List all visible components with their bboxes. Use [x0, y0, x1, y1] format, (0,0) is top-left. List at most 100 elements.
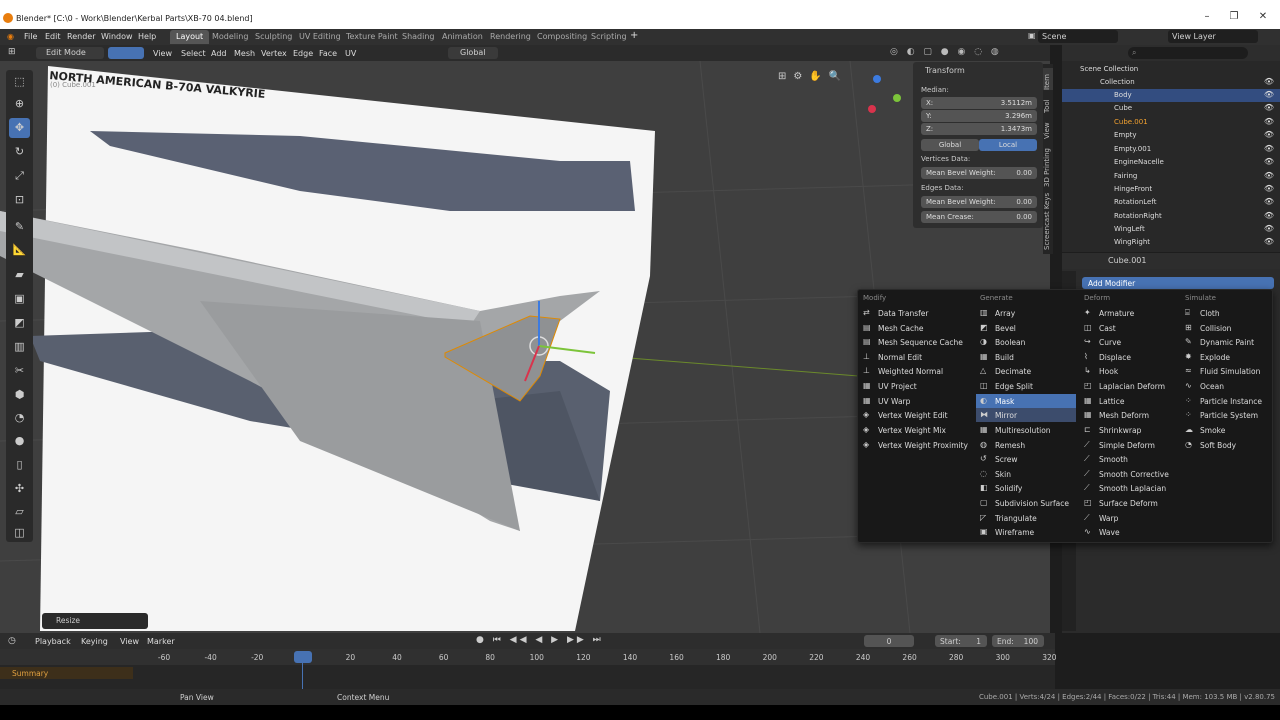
menu-playback[interactable]: Playback	[35, 637, 71, 646]
close-button[interactable]: ✕	[1250, 11, 1276, 25]
blender-menu-icon[interactable]: ◉	[7, 32, 14, 41]
tab-animation[interactable]: Animation	[436, 30, 489, 44]
outliner-item-empty[interactable]: Empty 👁	[1062, 129, 1280, 142]
mod-wireframe[interactable]: ▣ Wireframe	[976, 525, 1076, 539]
mod-lattice[interactable]: ▦ Lattice	[1080, 394, 1180, 408]
eye-icon[interactable]: 👁	[1264, 130, 1274, 139]
menu-help[interactable]: Help	[138, 32, 156, 41]
outliner-item-rotationright[interactable]: RotationRight 👁	[1062, 210, 1280, 223]
eye-icon[interactable]: 👁	[1264, 117, 1274, 126]
mod-mesh-cache[interactable]: ▤ Mesh Cache	[859, 321, 959, 335]
mod-uv-warp[interactable]: ▦ UV Warp	[859, 394, 959, 408]
view-layer-selector[interactable]: View Layer	[1168, 30, 1258, 43]
menu-uv[interactable]: UV	[345, 49, 356, 58]
eye-icon[interactable]: 👁	[1264, 144, 1274, 153]
mod-mesh-sequence-cache[interactable]: ▤ Mesh Sequence Cache	[859, 335, 963, 349]
rotate-tool-icon[interactable]: ↻	[9, 142, 30, 162]
eye-icon[interactable]: 👁	[1264, 157, 1274, 166]
mod-smoke[interactable]: ☁ Smoke	[1181, 423, 1271, 437]
bevel-tool-icon[interactable]: ◩	[9, 313, 30, 333]
viewport-nav-icons[interactable]: ⊞⚙✋🔍	[778, 71, 848, 82]
mod-curve[interactable]: ↪ Curve	[1080, 335, 1180, 349]
start-frame-field[interactable]: Start: 1	[935, 635, 987, 647]
menu-edit[interactable]: Edit	[45, 32, 61, 41]
scale-tool-icon[interactable]: ⤢	[9, 166, 30, 186]
add-workspace-icon[interactable]: +	[630, 30, 638, 41]
outliner-item-fairing[interactable]: Fairing 👁	[1062, 170, 1280, 183]
median-x-field[interactable]: X: 3.5112m	[921, 97, 1037, 109]
timeline[interactable]: Summary -60-40-2002040608010012014016018…	[0, 649, 1057, 689]
spin-tool-icon[interactable]: ◔	[9, 408, 30, 428]
mod-smooth[interactable]: ⟋ Smooth	[1080, 452, 1180, 466]
eye-icon[interactable]: 👁	[1264, 171, 1274, 180]
mod-hook[interactable]: ↳ Hook	[1080, 364, 1180, 378]
orientation-selector[interactable]: Global	[448, 47, 498, 59]
tab-tool[interactable]: Tool	[1043, 93, 1053, 113]
mode-selector[interactable]: Edit Mode	[36, 47, 104, 59]
minimize-button[interactable]: –	[1194, 11, 1220, 25]
edge-bevel-weight-field[interactable]: Mean Bevel Weight: 0.00	[921, 196, 1037, 208]
mod-dynamic-paint[interactable]: ✎ Dynamic Paint	[1181, 335, 1271, 349]
tab-scripting[interactable]: Scripting	[585, 30, 633, 44]
mod-edge-split[interactable]: ◫ Edge Split	[976, 379, 1076, 393]
mod-collision[interactable]: ⊞ Collision	[1181, 321, 1271, 335]
eye-icon[interactable]: 👁	[1264, 90, 1274, 99]
mod-data-transfer[interactable]: ⇄ Data Transfer	[859, 306, 959, 320]
mod-shrinkwrap[interactable]: ⊏ Shrinkwrap	[1080, 423, 1180, 437]
shear-tool-icon[interactable]: ▱	[9, 502, 30, 522]
tab-compositing[interactable]: Compositing	[531, 30, 593, 44]
knife-tool-icon[interactable]: ✂	[9, 361, 30, 381]
end-frame-field[interactable]: End: 100	[992, 635, 1044, 647]
menu-edge[interactable]: Edge	[293, 49, 313, 58]
outliner-item-cube[interactable]: Cube 👁	[1062, 102, 1280, 115]
menu-marker[interactable]: Marker	[147, 637, 175, 646]
global-toggle[interactable]: Global	[921, 139, 979, 151]
tab-view[interactable]: View	[1043, 117, 1053, 139]
menu-vertex[interactable]: Vertex	[261, 49, 287, 58]
mod-vertex-weight-proximity[interactable]: ◈ Vertex Weight Proximity	[859, 438, 968, 452]
local-toggle[interactable]: Local	[979, 139, 1037, 151]
add-modifier-dropdown[interactable]: Add Modifier	[1082, 277, 1274, 289]
menu-mesh[interactable]: Mesh	[234, 49, 255, 58]
mod-smooth-laplacian[interactable]: ⟋ Smooth Laplacian	[1080, 481, 1180, 495]
mean-crease-field[interactable]: Mean Crease: 0.00	[921, 211, 1037, 223]
playback-controls[interactable]: ● ⏮ ◀◀ ◀ ▶ ▶▶ ⏭	[476, 635, 604, 645]
mod-surface-deform[interactable]: ◰ Surface Deform	[1080, 496, 1180, 510]
menu-face[interactable]: Face	[319, 49, 337, 58]
tab-sculpting[interactable]: Sculpting	[249, 30, 298, 44]
mod-particle-instance[interactable]: ⁘ Particle Instance	[1181, 394, 1271, 408]
mod-particle-system[interactable]: ⁘ Particle System	[1181, 408, 1271, 422]
outliner-item-wingleft[interactable]: WingLeft 👁	[1062, 223, 1280, 236]
shrink-tool-icon[interactable]: ✣	[9, 479, 30, 499]
menu-add[interactable]: Add	[211, 49, 227, 58]
eye-icon[interactable]: 👁	[1264, 184, 1274, 193]
eye-icon[interactable]: 👁	[1264, 224, 1274, 233]
median-z-field[interactable]: Z: 1.3473m	[921, 123, 1037, 135]
annotate-tool-icon[interactable]: ✎	[9, 217, 30, 237]
eye-icon[interactable]: 👁	[1264, 77, 1274, 86]
eye-icon[interactable]: 👁	[1264, 197, 1274, 206]
summary-channel[interactable]: Summary	[0, 667, 133, 679]
outliner-collection[interactable]: Collection 👁	[1062, 76, 1280, 89]
inset-tool-icon[interactable]: ▣	[9, 289, 30, 309]
menu-render[interactable]: Render	[67, 32, 95, 41]
menu-file[interactable]: File	[24, 32, 37, 41]
outliner-item-wingright[interactable]: WingRight 👁	[1062, 236, 1280, 249]
select-mode-buttons[interactable]	[108, 47, 144, 59]
mod-weighted-normal[interactable]: ⊥ Weighted Normal	[859, 364, 959, 378]
mod-warp[interactable]: ⟋ Warp	[1080, 511, 1180, 525]
outliner-item-rotationleft[interactable]: RotationLeft 👁	[1062, 196, 1280, 209]
transform-section-title[interactable]: Transform	[925, 66, 965, 75]
extrude-tool-icon[interactable]: ▰	[9, 265, 30, 285]
playhead-marker[interactable]	[294, 651, 312, 663]
mod-laplacian-deform[interactable]: ◰ Laplacian Deform	[1080, 379, 1180, 393]
menu-window[interactable]: Window	[101, 32, 133, 41]
mod-array[interactable]: ▥ Array	[976, 306, 1076, 320]
mod-simple-deform[interactable]: ⟋ Simple Deform	[1080, 438, 1180, 452]
shading-buttons[interactable]: ◎ ◐ ▢ ● ◉ ◌ ◍	[890, 47, 1040, 59]
menu-view[interactable]: View	[153, 49, 172, 58]
outliner-search-icon[interactable]: ⌕	[1128, 47, 1248, 59]
tab-shading[interactable]: Shading	[396, 30, 441, 44]
tab-texture-paint[interactable]: Texture Paint	[340, 30, 404, 44]
current-frame-field[interactable]: 0	[864, 635, 914, 647]
